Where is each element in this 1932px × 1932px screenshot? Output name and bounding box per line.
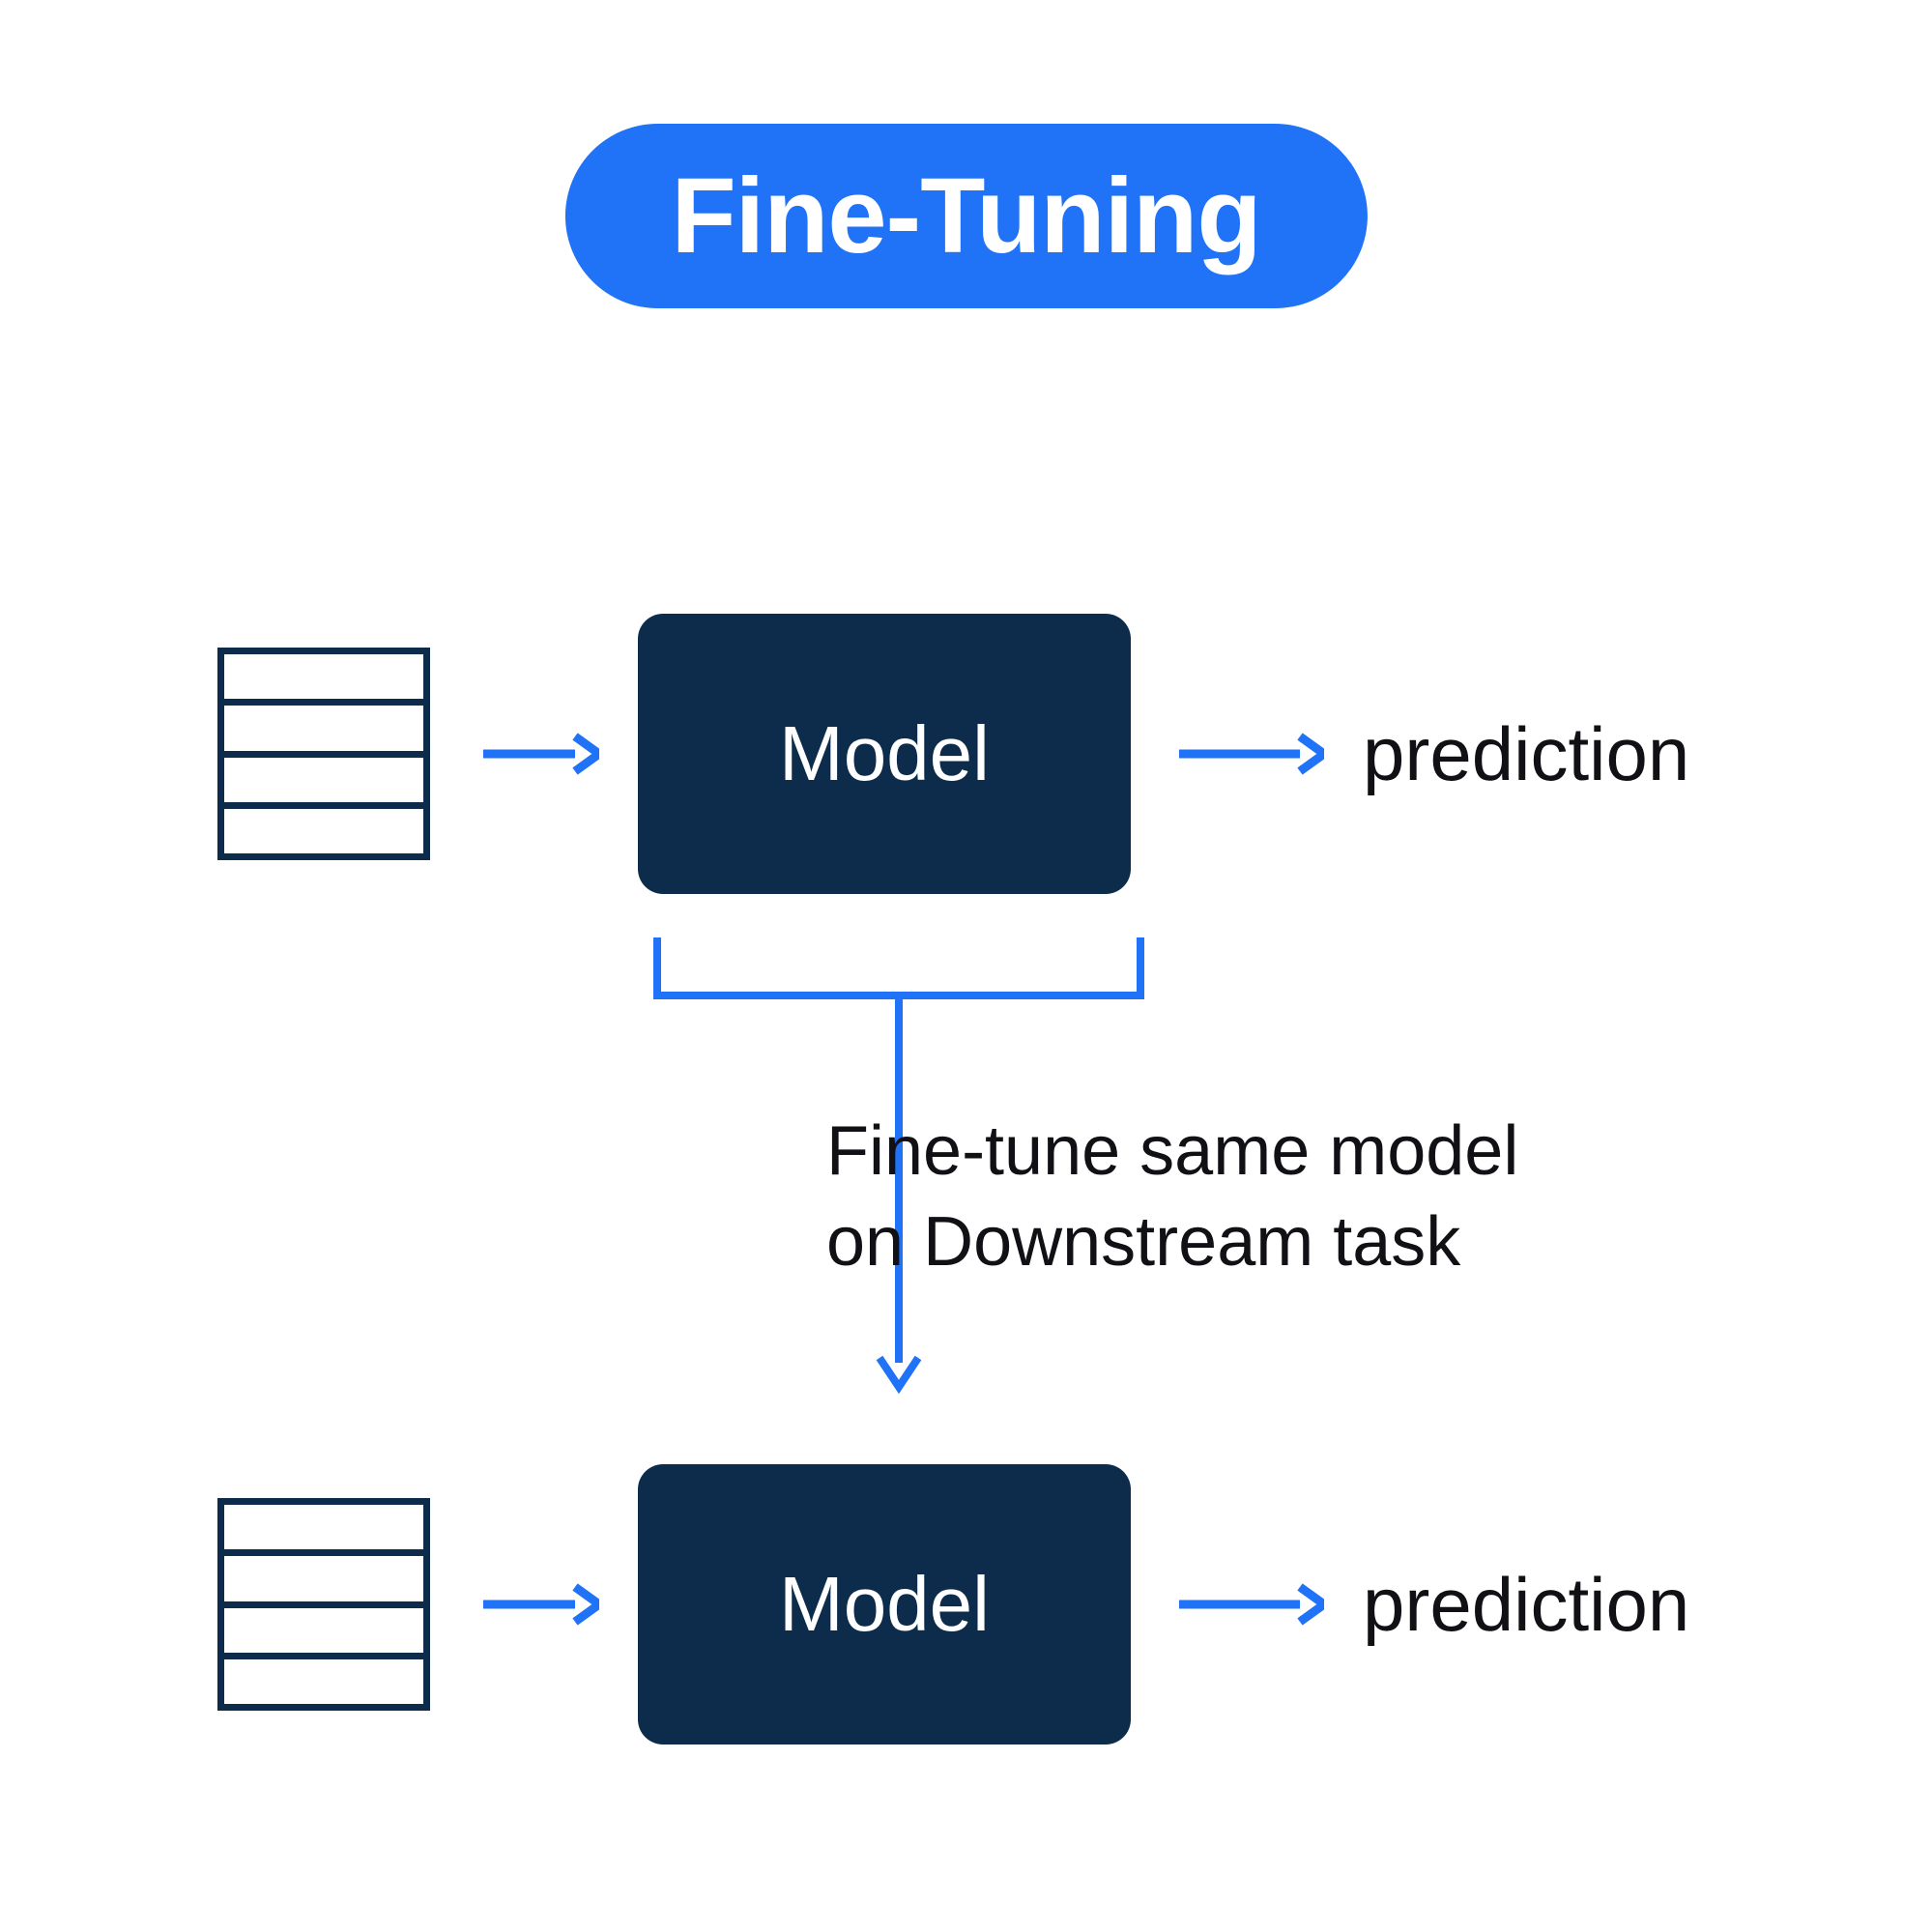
model-box-1: Model: [638, 614, 1131, 894]
caption-text: Fine-tune same model on Downstream task: [826, 1107, 1518, 1287]
data-table-icon: [217, 648, 430, 860]
model-box-2: Model: [638, 1464, 1131, 1745]
arrow-right-icon: [1179, 1575, 1324, 1633]
data-table-icon: [217, 1498, 430, 1711]
arrow-right-icon: [1179, 725, 1324, 783]
title-pill: Fine-Tuning: [564, 124, 1367, 308]
arrow-right-icon: [483, 725, 599, 783]
arrow-right-icon: [483, 1575, 599, 1633]
model-label: Model: [779, 1560, 990, 1649]
pipeline-row-2: Model prediction: [0, 1464, 1932, 1745]
model-label: Model: [779, 709, 990, 798]
prediction-label-1: prediction: [1363, 710, 1689, 798]
pipeline-row-1: Model prediction: [0, 614, 1932, 894]
prediction-label-2: prediction: [1363, 1561, 1689, 1649]
